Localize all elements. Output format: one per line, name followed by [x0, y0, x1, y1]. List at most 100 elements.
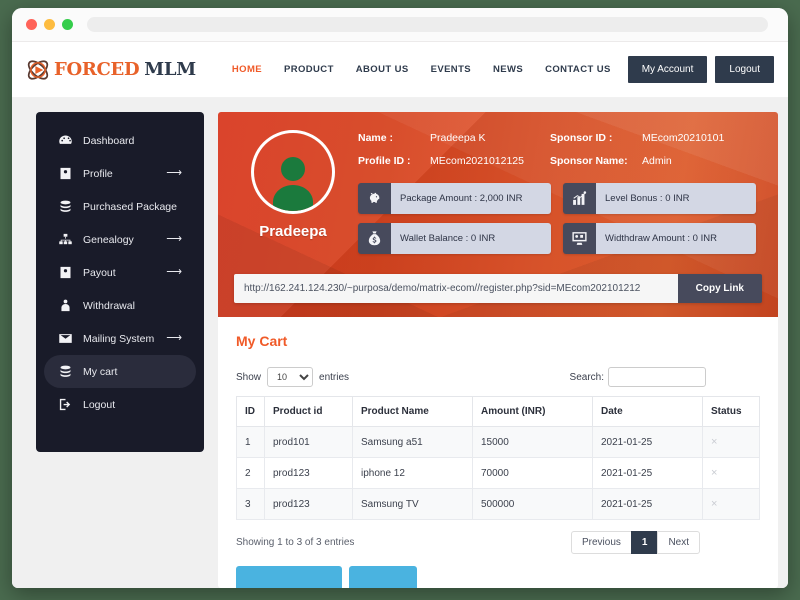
- remove-item-button[interactable]: ×: [702, 426, 760, 458]
- avatar-name: Pradeepa: [259, 223, 327, 240]
- stat-card-package-amount: Package Amount : 2,000 INR: [358, 183, 551, 214]
- bar-chart-icon: [563, 183, 596, 214]
- logout-button[interactable]: Logout: [715, 56, 774, 83]
- cart-secondary-action-button[interactable]: [349, 566, 417, 588]
- pagination: Previous 1 Next: [570, 531, 700, 554]
- entries-summary: Showing 1 to 3 of 3 entries: [236, 537, 355, 548]
- sidebar-item-dashboard[interactable]: Dashboard: [44, 124, 196, 157]
- entries-per-page-select[interactable]: 10 25 50 100: [267, 367, 314, 387]
- sidebar-label-genealogy: Genealogy: [83, 233, 134, 246]
- minimize-window-button[interactable]: [44, 19, 55, 30]
- site-logo[interactable]: FORCED MLM: [24, 56, 196, 84]
- sidebar-item-payout[interactable]: Payout ⟶: [44, 256, 196, 289]
- cell-amount: 500000: [472, 488, 593, 520]
- main-content: Pradeepa Name : Pradeepa K Sponsor ID : …: [218, 112, 778, 588]
- nav-item-home[interactable]: HOME: [232, 64, 262, 75]
- avatar: [251, 130, 335, 214]
- sidebar-arrow-genealogy: ⟶: [166, 233, 182, 245]
- column-header-date[interactable]: Date: [592, 396, 703, 427]
- sidebar-item-profile[interactable]: Profile ⟶: [44, 157, 196, 190]
- nav-item-about-us[interactable]: ABOUT US: [356, 64, 409, 75]
- column-header-amount[interactable]: Amount (INR): [472, 396, 593, 427]
- entries-control: Show 10 25 50 100 entries: [236, 367, 349, 387]
- cart-primary-action-button[interactable]: [236, 566, 342, 588]
- cell-date: 2021-01-25: [592, 457, 703, 489]
- copy-link-button[interactable]: Copy Link: [677, 274, 762, 303]
- sidebar-item-logout[interactable]: Logout: [44, 388, 196, 421]
- profile-banner: Pradeepa Name : Pradeepa K Sponsor ID : …: [218, 112, 778, 317]
- sidebar-label-mailing-system: Mailing System: [83, 332, 155, 345]
- sidebar-item-purchased-package[interactable]: Purchased Package: [44, 190, 196, 223]
- show-label: Show: [236, 371, 262, 383]
- search-input[interactable]: [608, 367, 706, 387]
- profile-info-grid: Name : Pradeepa K Sponsor ID : MEcom2021…: [358, 126, 762, 167]
- sidebar-item-genealogy[interactable]: Genealogy ⟶: [44, 223, 196, 256]
- stat-card-level-bonus: Level Bonus : 0 INR: [563, 183, 756, 214]
- remove-item-button[interactable]: ×: [702, 488, 760, 520]
- table-row: 2 prod123 iphone 12 70000 2021-01-25 ×: [236, 457, 760, 489]
- page-body: Dashboard Profile ⟶ Purchased Package Ge…: [12, 98, 788, 588]
- logout-icon: [58, 397, 73, 412]
- stat-label-withdraw-amount: Widthdraw Amount : 0 INR: [596, 223, 756, 254]
- cell-product-name: Samsung TV: [352, 488, 473, 520]
- label-sponsor-name: Sponsor Name:: [550, 155, 628, 167]
- column-header-id[interactable]: ID: [236, 396, 265, 427]
- stack-icon: [58, 199, 73, 214]
- maximize-window-button[interactable]: [62, 19, 73, 30]
- sidebar-arrow-payout: ⟶: [166, 266, 182, 278]
- table-footer: Showing 1 to 3 of 3 entries Previous 1 N…: [236, 531, 760, 554]
- browser-url-bar[interactable]: [87, 17, 768, 32]
- column-header-product-id[interactable]: Product id: [264, 396, 353, 427]
- sidebar-label-logout: Logout: [83, 398, 116, 411]
- pagination-page-1[interactable]: 1: [630, 531, 659, 554]
- main-navigation: HOME PRODUCT ABOUT US EVENTS NEWS CONTAC…: [232, 64, 611, 75]
- stat-label-package-amount: Package Amount : 2,000 INR: [391, 183, 551, 214]
- stat-label-wallet-balance: Wallet Balance : 0 INR: [391, 223, 551, 254]
- cell-product-id: prod101: [264, 426, 353, 458]
- close-window-button[interactable]: [26, 19, 37, 30]
- label-name: Name :: [358, 132, 394, 144]
- page-title: My Cart: [236, 333, 288, 349]
- header-actions: My Account Logout: [627, 56, 774, 83]
- user-card-icon: [58, 265, 73, 280]
- user-card-icon: [58, 166, 73, 181]
- column-header-status[interactable]: Status: [702, 396, 760, 427]
- value-sponsor-name: Admin: [642, 155, 672, 167]
- referral-link-input[interactable]: [234, 274, 678, 303]
- table-header-row: ID Product id Product Name Amount (INR) …: [236, 396, 760, 427]
- sidebar: Dashboard Profile ⟶ Purchased Package Ge…: [36, 112, 204, 452]
- label-profile-id: Profile ID :: [358, 155, 411, 167]
- cell-id: 1: [236, 426, 265, 458]
- sidebar-label-dashboard: Dashboard: [83, 134, 135, 147]
- pagination-next[interactable]: Next: [657, 531, 700, 554]
- sidebar-item-withdrawal[interactable]: Withdrawal: [44, 289, 196, 322]
- cell-product-id: prod123: [264, 488, 353, 520]
- nav-item-product[interactable]: PRODUCT: [284, 64, 334, 75]
- money-bag-icon: [358, 223, 391, 254]
- withdrawal-icon: [58, 298, 73, 313]
- window-controls: [26, 19, 73, 30]
- remove-item-button[interactable]: ×: [702, 457, 760, 489]
- stat-label-level-bonus: Level Bonus : 0 INR: [596, 183, 756, 214]
- sidebar-label-my-cart: My cart: [83, 365, 118, 378]
- table-row: 1 prod101 Samsung a51 15000 2021-01-25 ×: [236, 426, 760, 458]
- cell-amount: 70000: [472, 457, 593, 489]
- piggy-bank-icon: [358, 183, 391, 214]
- sidebar-label-purchased-package: Purchased Package: [83, 200, 177, 213]
- nav-item-events[interactable]: EVENTS: [431, 64, 471, 75]
- nav-item-contact-us[interactable]: CONTACT US: [545, 64, 611, 75]
- stat-card-withdraw-amount: Widthdraw Amount : 0 INR: [563, 223, 756, 254]
- dashboard-icon: [58, 133, 73, 148]
- cart-action-buttons: [236, 566, 760, 588]
- sidebar-item-my-cart[interactable]: My cart: [44, 355, 196, 388]
- column-header-product-name[interactable]: Product Name: [352, 396, 473, 427]
- logo-text-mlm: MLM: [144, 59, 196, 80]
- value-profile-id: MEcom2021012125: [430, 155, 524, 167]
- browser-chrome-bar: [12, 8, 788, 42]
- pagination-previous[interactable]: Previous: [570, 531, 632, 554]
- nav-item-news[interactable]: NEWS: [493, 64, 523, 75]
- search-label: Search:: [569, 371, 604, 383]
- my-account-button[interactable]: My Account: [627, 56, 708, 83]
- sidebar-item-mailing-system[interactable]: Mailing System ⟶: [44, 322, 196, 355]
- sidebar-label-payout: Payout: [83, 266, 116, 279]
